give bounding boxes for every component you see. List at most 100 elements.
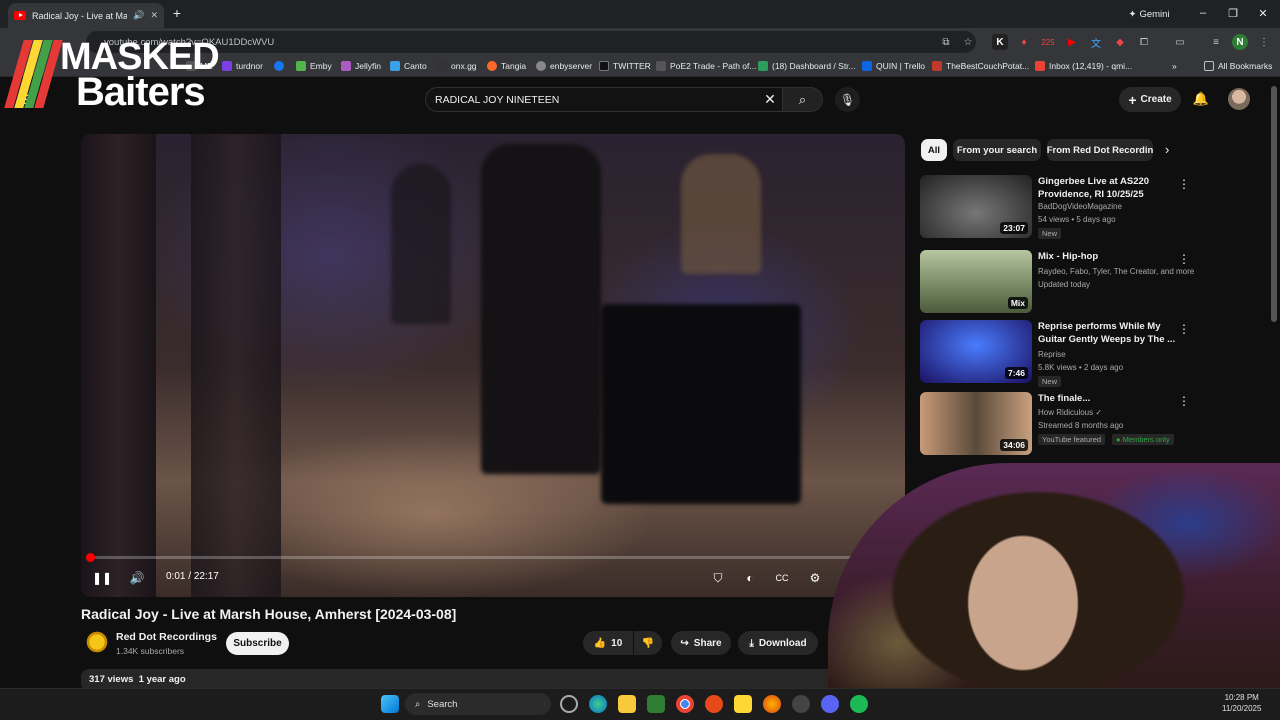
video-thumbnail[interactable]: 23:07 xyxy=(920,175,1032,238)
more-options-icon[interactable]: ⋮ xyxy=(1178,322,1190,336)
video-thumbnail[interactable]: 7:46 xyxy=(920,320,1032,383)
app-green-icon[interactable] xyxy=(647,695,665,713)
app-orange-icon[interactable] xyxy=(705,695,723,713)
create-button[interactable]: + Create xyxy=(1119,87,1181,112)
chip-from-search[interactable]: From your search xyxy=(953,139,1041,161)
ad-shield-icon[interactable]: ⛉ xyxy=(708,569,728,587)
video-thumbnail[interactable]: Mix xyxy=(920,250,1032,313)
bookmark-item[interactable]: Tangia xyxy=(487,58,526,74)
bookmark-item[interactable]: PoE2 Trade - Path of... xyxy=(656,58,756,74)
chip-from-channel[interactable]: From Red Dot Recordin xyxy=(1047,139,1153,161)
bookmark-item[interactable]: TheBestCouchPotat... xyxy=(932,58,1029,74)
more-options-icon[interactable]: ⋮ xyxy=(1178,252,1190,266)
gemini-label: Gemini xyxy=(1139,8,1170,20)
share-button[interactable]: ↪ Share xyxy=(671,631,731,655)
discord-icon[interactable] xyxy=(821,695,839,713)
bookmark-item[interactable]: enbyserver xyxy=(536,58,592,74)
extension-red-icon[interactable]: ◆ xyxy=(1112,34,1128,50)
channel-name[interactable]: Red Dot Recordings xyxy=(116,631,217,643)
bookmark-item[interactable]: Inbox (12,419) - qmi... xyxy=(1035,58,1132,74)
subscribe-button[interactable]: Subscribe xyxy=(226,632,289,655)
recommendation-item[interactable]: 23:07 Gingerbee Live at AS220 Providence… xyxy=(920,175,1190,239)
autoplay-toggle[interactable]: ◐ xyxy=(738,569,762,587)
chrome-icon[interactable] xyxy=(676,695,694,713)
tab-close-button[interactable]: ✕ xyxy=(150,10,158,21)
recommendation-item[interactable]: 7:46 Reprise performs While My Guitar Ge… xyxy=(920,320,1190,387)
scrubber-handle[interactable] xyxy=(86,553,95,562)
search-input[interactable]: RADICAL JOY NINETEEN xyxy=(425,87,783,112)
copilot-icon[interactable] xyxy=(560,695,578,713)
more-options-icon[interactable]: ⋮ xyxy=(1178,394,1190,408)
start-button-icon[interactable] xyxy=(381,695,399,713)
bookmark-item[interactable] xyxy=(274,58,284,74)
chip-all[interactable]: All xyxy=(921,139,947,161)
recommendation-title[interactable]: The finale... xyxy=(1038,392,1178,405)
bookmark-item[interactable]: Canto xyxy=(390,58,427,74)
notifications-bell-icon[interactable]: 🔔 xyxy=(1191,89,1211,109)
install-icon[interactable]: ⧉ xyxy=(938,34,954,50)
app-gray-icon[interactable] xyxy=(792,695,810,713)
recommendation-channel[interactable]: Reprise xyxy=(1038,350,1066,359)
new-tab-button[interactable]: + xyxy=(168,4,186,22)
extension-k-icon[interactable]: K xyxy=(992,34,1008,50)
search-button[interactable]: ⌕ xyxy=(783,87,823,112)
recommendation-item[interactable]: Mix Mix - Hip-hop Raydeo, Fabo, Tyler, T… xyxy=(920,250,1194,314)
spotify-icon[interactable] xyxy=(850,695,868,713)
chevron-right-icon[interactable]: › xyxy=(1165,142,1169,157)
user-avatar[interactable] xyxy=(1228,88,1250,110)
speaker-icon[interactable]: 🔊 xyxy=(133,10,144,21)
recommendation-title[interactable]: Gingerbee Live at AS220 Providence, RI 1… xyxy=(1038,175,1178,201)
extension-translate-icon[interactable]: 文 xyxy=(1088,34,1104,50)
captions-icon[interactable]: CC xyxy=(772,569,792,587)
profile-icon[interactable]: N xyxy=(1232,34,1248,50)
video-thumbnail[interactable]: 34:06 xyxy=(920,392,1032,455)
volume-button[interactable]: 🔊 xyxy=(127,569,147,587)
progress-track[interactable] xyxy=(88,556,898,559)
firefox-icon[interactable] xyxy=(763,695,781,713)
bookmark-item[interactable]: onx.gg xyxy=(437,58,477,74)
media-icon[interactable]: ≡ xyxy=(1208,34,1224,50)
edge-icon[interactable] xyxy=(589,695,607,713)
video-player[interactable] xyxy=(81,134,905,597)
sticky-notes-icon[interactable] xyxy=(734,695,752,713)
minimize-button[interactable]: – xyxy=(1188,4,1218,22)
file-explorer-icon[interactable] xyxy=(618,695,636,713)
bookmark-item[interactable]: Jellyfin xyxy=(341,58,381,74)
recommendation-channel[interactable]: How Ridiculous ✓ xyxy=(1038,408,1102,417)
dislike-button[interactable]: 👎 xyxy=(634,631,662,655)
browser-tab[interactable]: Radical Joy - Live at Marsh 🔊 ✕ xyxy=(8,3,164,28)
bookmarks-overflow-icon[interactable]: » xyxy=(1172,58,1177,74)
recommendation-title[interactable]: Mix - Hip-hop xyxy=(1038,250,1178,263)
bookmark-item[interactable]: TWITTER xyxy=(599,58,651,74)
clear-search-icon[interactable]: ✕ xyxy=(760,89,780,109)
sidepanel-icon[interactable]: ▭ xyxy=(1172,34,1188,50)
more-options-icon[interactable]: ⋮ xyxy=(1178,177,1190,191)
bookmark-item[interactable]: QUIN | Trello xyxy=(862,58,925,74)
recommendation-channel[interactable]: BadDogVideoMagazine xyxy=(1038,202,1122,211)
like-button[interactable]: 👍 10 xyxy=(583,631,633,655)
maximize-button[interactable]: ❐ xyxy=(1218,4,1248,22)
close-window-button[interactable]: ✕ xyxy=(1248,4,1278,22)
extension-fox-icon[interactable]: ♦ xyxy=(1016,34,1032,50)
settings-gear-icon[interactable]: ⚙ xyxy=(805,569,825,587)
gemini-button[interactable]: ✦ Gemini xyxy=(1120,5,1178,23)
recommendation-item[interactable]: 34:06 The finale... How Ridiculous ✓ Str… xyxy=(920,392,1190,456)
all-bookmarks[interactable]: All Bookmarks xyxy=(1204,58,1272,74)
chrome-menu-icon[interactable]: ⋮ xyxy=(1256,34,1272,50)
bookmark-star-icon[interactable]: ☆ xyxy=(960,34,976,50)
voice-search-button[interactable]: 🎙 xyxy=(835,87,860,112)
bookmark-item[interactable]: Emby xyxy=(296,58,332,74)
recommendation-title[interactable]: Reprise performs While My Guitar Gently … xyxy=(1038,320,1178,346)
taskbar-search[interactable]: ⌕ Search xyxy=(405,693,551,715)
extensions-puzzle-icon[interactable]: ⧠ xyxy=(1136,34,1152,50)
pause-button[interactable]: ❚❚ xyxy=(92,569,112,587)
download-button[interactable]: ⤓ Download xyxy=(738,631,818,655)
extension-badge-icon[interactable]: 225 xyxy=(1040,34,1056,50)
bookmark-item[interactable]: (18) Dashboard / Str... xyxy=(758,58,856,74)
channel-avatar[interactable] xyxy=(85,630,109,654)
recommendation-channel[interactable]: Raydeo, Fabo, Tyler, The Creator, and mo… xyxy=(1038,267,1194,276)
extension-youtube-icon[interactable]: ▶ xyxy=(1064,34,1080,50)
bookmark-item[interactable]: turdnor xyxy=(222,58,263,74)
system-clock[interactable]: 10:28 PM 11/20/2025 xyxy=(1222,692,1261,714)
page-scrollbar[interactable] xyxy=(1271,86,1277,322)
